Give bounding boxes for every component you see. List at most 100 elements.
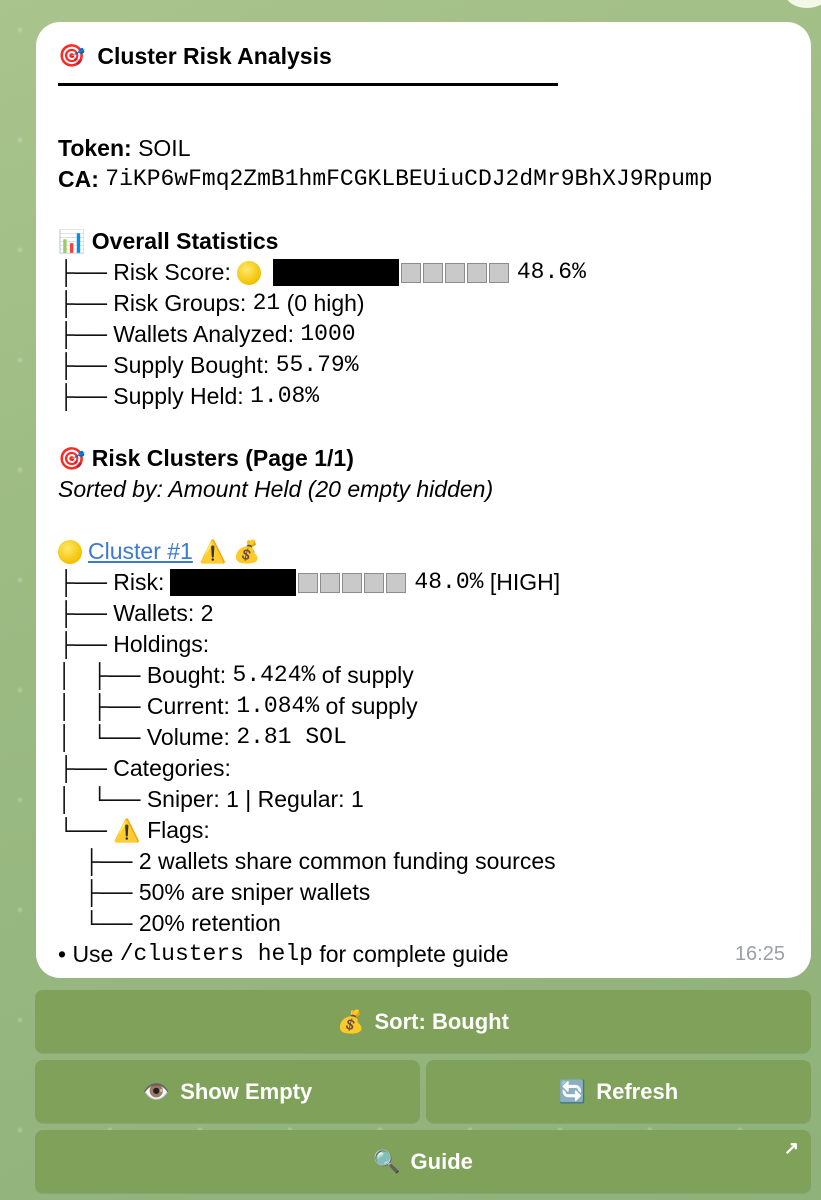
yellow-circle-icon <box>58 539 82 564</box>
warning-icon: ⚠️ <box>199 538 227 564</box>
risk-groups-suffix: (0 high) <box>286 290 365 316</box>
overall-heading: 📊 Overall Statistics <box>58 226 789 257</box>
ca-label: CA: <box>58 166 99 192</box>
clusters-heading-text: Risk Clusters (Page 1/1) <box>91 445 354 471</box>
risk-groups-label: Risk Groups: <box>113 290 247 316</box>
money-bag-icon: 💰 <box>233 538 261 564</box>
flag-item: ├── 50% are sniper wallets <box>58 877 789 908</box>
magnifier-icon: 🔍 <box>373 1148 401 1174</box>
cluster-bought-row: │ ├── Bought: 5.424% of supply <box>58 660 789 691</box>
cluster-current-suffix: of supply <box>325 693 418 719</box>
tree-branch: ├── <box>58 848 139 874</box>
supply-bought-value: 55.79% <box>275 352 359 378</box>
title-text: Cluster Risk Analysis <box>97 43 332 69</box>
guide-button-label: Guide <box>410 1148 473 1174</box>
cluster-bought-label: Bought: <box>146 662 227 688</box>
cluster-risk-value: 48.0% <box>414 569 484 595</box>
flag-text: 50% are sniper wallets <box>138 879 371 905</box>
cluster-volume-label: Volume: <box>146 724 230 750</box>
target-icon: 🎯 <box>58 445 86 471</box>
cluster-flags-row: └── ⚠️ Flags: <box>58 815 789 846</box>
refresh-button[interactable]: 🔄 Refresh <box>426 1060 811 1123</box>
tree-branch: ├── <box>58 352 114 378</box>
cluster-categories-value: Sniper: 1 | Regular: 1 <box>146 786 364 812</box>
cluster-risk-level: [HIGH] <box>489 569 561 595</box>
tree-branch: ├── <box>58 259 114 285</box>
cluster-wallets-row: ├── Wallets: 2 <box>58 598 789 629</box>
target-icon: 🎯 <box>58 43 86 68</box>
supply-held-value: 1.08% <box>250 383 320 409</box>
cluster-current-label: Current: <box>146 693 230 719</box>
cluster-categories-label: Categories: <box>113 755 231 781</box>
risk-bar-empty <box>400 262 509 283</box>
tree-branch: └── <box>58 910 139 936</box>
flag-item: ├── 2 wallets share common funding sourc… <box>58 846 789 877</box>
ca-value: 7iKP6wFmq2ZmB1hmFCGKLBEUiuCDJ2dMr9BhXJ9R… <box>105 166 713 192</box>
token-label: Token: <box>58 135 132 161</box>
cluster-1-link[interactable]: Cluster #1 <box>88 536 193 567</box>
tree-branch: ├── <box>58 569 114 595</box>
token-value: SOIL <box>138 135 191 161</box>
overall-heading-text: Overall Statistics <box>91 228 279 254</box>
risk-bar-filled <box>272 259 399 286</box>
flag-item: └── 20% retention <box>58 908 789 939</box>
money-bag-icon: 💰 <box>337 1008 365 1034</box>
tree-branch: ├── <box>58 600 114 626</box>
cluster-risk-bar-empty <box>298 572 407 593</box>
ca-line: CA: 7iKP6wFmq2ZmB1hmFCGKLBEUiuCDJ2dMr9Bh… <box>58 164 789 195</box>
sort-button-label: Sort: Bought <box>374 1008 509 1034</box>
risk-score-value: 48.6% <box>516 259 586 285</box>
cluster-holdings-label: Holdings: <box>113 631 210 657</box>
flag-text: 20% retention <box>138 910 281 936</box>
refresh-button-label: Refresh <box>596 1078 679 1104</box>
cluster-current-value: 1.084% <box>236 693 320 719</box>
tree-branch: │ ├── <box>58 662 147 688</box>
message-title: 🎯 Cluster Risk Analysis <box>58 40 789 72</box>
tree-branch: ├── <box>58 755 114 781</box>
arrow-up-right-icon: ↗ <box>783 1138 799 1158</box>
supply-held-row: ├── Supply Held: 1.08% <box>58 381 789 412</box>
footer-suffix: for complete guide <box>319 941 509 967</box>
risk-groups-row: ├── Risk Groups: 21 (0 high) <box>58 288 789 319</box>
flag-text: 2 wallets share common funding sources <box>138 848 556 874</box>
message-bubble: 🎯 Cluster Risk Analysis Token: SOIL CA: … <box>36 22 811 978</box>
risk-score-row: ├── Risk Score: 48.6% <box>58 257 789 288</box>
tree-branch: └── <box>58 817 114 843</box>
cluster-flags-label: Flags: <box>147 817 210 843</box>
cluster-risk-label: Risk: <box>113 569 165 595</box>
cluster-holdings-row: ├── Holdings: <box>58 629 789 660</box>
bar-chart-icon: 📊 <box>58 228 86 254</box>
risk-groups-value: 21 <box>252 290 281 316</box>
footer-command[interactable]: /clusters help <box>120 939 313 970</box>
token-line: Token: SOIL <box>58 133 789 164</box>
tree-branch: │ └── <box>58 786 147 812</box>
guide-button[interactable]: 🔍 Guide ↗ <box>35 1130 811 1193</box>
clusters-heading: 🎯 Risk Clusters (Page 1/1) <box>58 443 789 474</box>
cluster-categories-row: ├── Categories: <box>58 753 789 784</box>
tree-branch: ├── <box>58 383 114 409</box>
cluster-1-header: Cluster #1 ⚠️ 💰 <box>58 536 789 567</box>
cluster-risk-row: ├── Risk: 48.0% [HIGH] <box>58 567 789 598</box>
supply-held-label: Supply Held: <box>113 383 244 409</box>
cluster-bought-value: 5.424% <box>232 662 316 688</box>
tree-branch: ├── <box>58 290 114 316</box>
wallets-analyzed-row: ├── Wallets Analyzed: 1000 <box>58 319 789 350</box>
cluster-bought-suffix: of supply <box>321 662 414 688</box>
tree-branch: ├── <box>58 631 114 657</box>
tree-branch: │ └── <box>58 724 147 750</box>
footer-prefix: • Use <box>58 941 114 967</box>
cluster-volume-value: 2.81 SOL <box>236 724 347 750</box>
sort-button[interactable]: 💰 Sort: Bought <box>35 990 811 1053</box>
wallets-analyzed-label: Wallets Analyzed: <box>113 321 294 347</box>
tree-branch: ├── <box>58 879 139 905</box>
supply-bought-label: Supply Bought: <box>113 352 270 378</box>
cluster-current-row: │ ├── Current: 1.084% of supply <box>58 691 789 722</box>
sorted-by-line: Sorted by: Amount Held (20 empty hidden) <box>58 474 789 505</box>
cluster-wallets-label: Wallets: <box>113 600 195 626</box>
cluster-categories-value-row: │ └── Sniper: 1 | Regular: 1 <box>58 784 789 815</box>
sorted-by-text: Sorted by: Amount Held (20 empty hidden) <box>58 476 494 502</box>
eye-icon: 👁️ <box>142 1078 171 1104</box>
show-empty-button[interactable]: 👁️ Show Empty <box>35 1060 420 1123</box>
cluster-wallets-value: 2 <box>200 600 214 626</box>
risk-score-label: Risk Score: <box>113 259 231 285</box>
